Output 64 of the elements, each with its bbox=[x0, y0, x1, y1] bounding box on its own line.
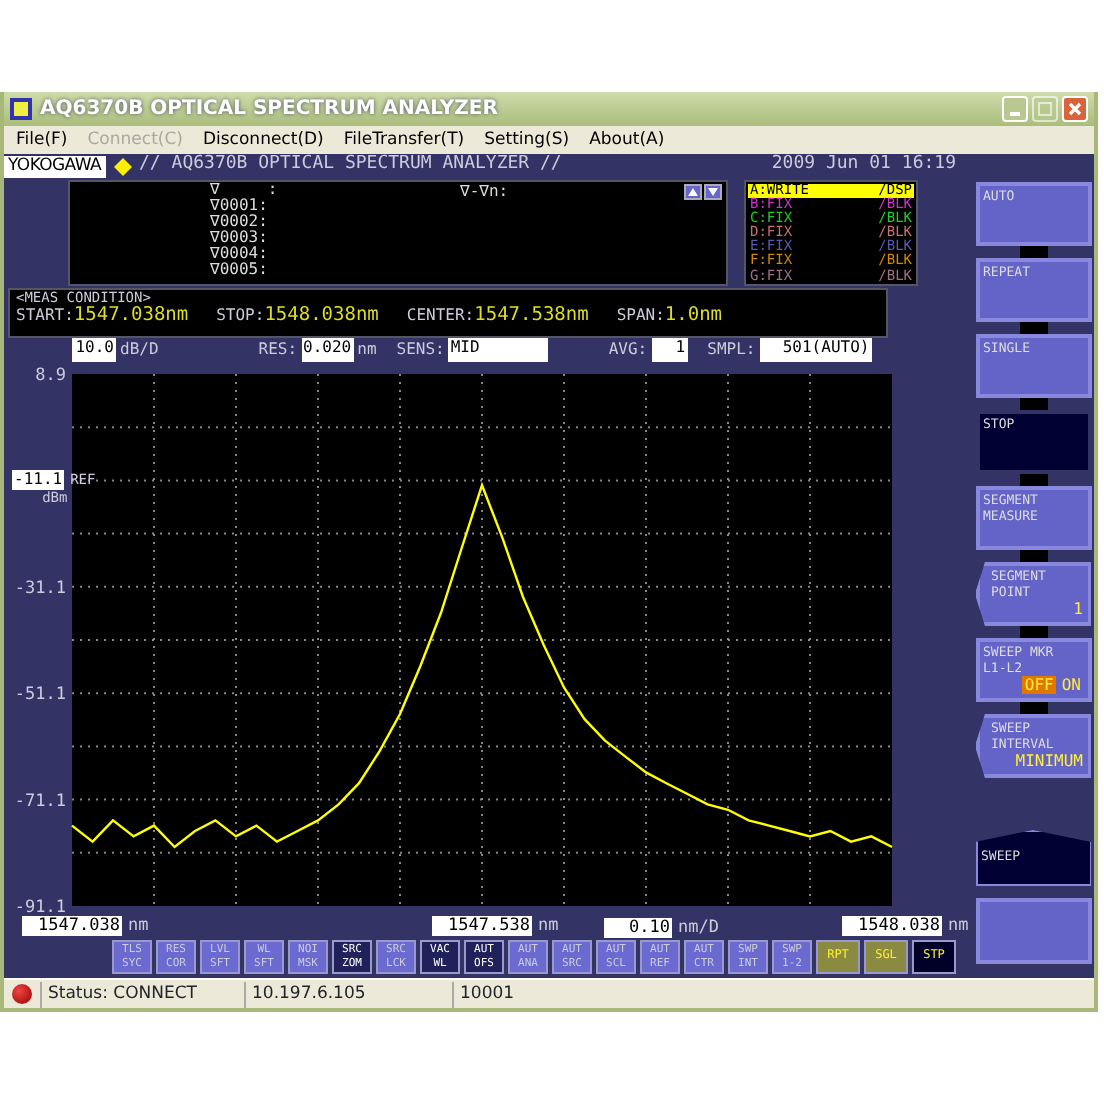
status-text: Status: CONNECT bbox=[40, 981, 244, 1007]
marker-label: ∇0001: bbox=[210, 198, 268, 214]
key-connector bbox=[1019, 246, 1047, 258]
ip-address: 10.197.6.105 bbox=[244, 981, 452, 1007]
close-icon bbox=[1068, 102, 1082, 116]
setting-label: SMPL: bbox=[707, 338, 756, 362]
key-connector bbox=[1019, 322, 1047, 334]
setting-label: SENS: bbox=[396, 338, 445, 362]
unit-label: nm bbox=[128, 914, 149, 940]
app-icon bbox=[10, 98, 32, 120]
marker-label: ∇0003: bbox=[210, 230, 268, 246]
unit-label: nm bbox=[538, 914, 559, 940]
key-connector bbox=[1019, 474, 1047, 486]
maximize-icon bbox=[1038, 102, 1052, 116]
window-title: AQ6370B OPTICAL SPECTRUM ANALYZER bbox=[40, 96, 498, 124]
instrument-title: // AQ6370B OPTICAL SPECTRUM ANALYZER // bbox=[139, 152, 562, 179]
unit-label: nm/D bbox=[678, 916, 719, 942]
menu-item[interactable]: File(F) bbox=[16, 127, 68, 153]
scroll-down-button[interactable] bbox=[704, 184, 722, 200]
menu-item[interactable]: Setting(S) bbox=[484, 127, 570, 153]
y-tick-label: -71.1 bbox=[14, 791, 66, 812]
menu-item[interactable]: Disconnect(D) bbox=[202, 127, 324, 153]
close-button[interactable] bbox=[1062, 96, 1088, 122]
setting-label: AVG: bbox=[608, 338, 648, 362]
axis-value-field[interactable]: 1547.538 bbox=[432, 916, 532, 936]
setting-label: RES: bbox=[258, 338, 298, 362]
key-connector bbox=[1019, 398, 1047, 410]
value-field[interactable]: 1 bbox=[651, 338, 688, 362]
marker-label: ∇0002: bbox=[210, 214, 268, 230]
diamond-icon bbox=[113, 157, 132, 175]
axis-value-field[interactable]: 1548.038 bbox=[842, 916, 942, 936]
value-field[interactable]: MID bbox=[448, 338, 549, 362]
menu-item[interactable]: About(A) bbox=[589, 127, 665, 153]
y-tick-label: 8.9 bbox=[35, 366, 66, 386]
marker-delta-label: ∇-∇n: bbox=[460, 184, 509, 200]
unit-label: dB/D bbox=[120, 338, 159, 362]
condition-value: CENTER:1547.538nm bbox=[406, 306, 589, 326]
toggle-option[interactable]: OFF bbox=[1022, 676, 1056, 694]
marker-label: ∇0005: bbox=[210, 262, 268, 278]
date-time: 2009 Jun 01 16:19 bbox=[771, 152, 956, 179]
value-field[interactable]: 501(AUTO) bbox=[759, 338, 872, 362]
axis-value-field[interactable]: 1547.038 bbox=[22, 916, 122, 936]
key-connector bbox=[1019, 626, 1047, 638]
condition-value: START:1547.038nm bbox=[16, 306, 189, 326]
y-tick-label: -51.1 bbox=[14, 685, 66, 706]
key-connector bbox=[1019, 550, 1047, 562]
marker-label: ∇0004: bbox=[210, 246, 268, 262]
y-tick-label: -31.1 bbox=[14, 578, 66, 599]
condition-value: STOP:1548.038nm bbox=[216, 306, 379, 326]
unit-label: nm bbox=[357, 338, 377, 362]
unit-label: nm bbox=[948, 914, 969, 940]
toggle-option[interactable]: ON bbox=[1059, 676, 1083, 694]
key-connector bbox=[1019, 702, 1047, 714]
value-field[interactable]: 0.020 bbox=[301, 338, 354, 362]
menu-item[interactable]: FileTransfer(T) bbox=[343, 127, 465, 153]
ref-level-field[interactable]: -11.1 bbox=[12, 470, 65, 491]
scroll-up-button[interactable] bbox=[684, 184, 702, 200]
brand-logo: YOKOGAWA bbox=[4, 155, 106, 177]
port-number: 10001 bbox=[452, 981, 556, 1007]
value-field[interactable]: 10.0 bbox=[72, 338, 116, 362]
condition-value: SPAN:1.0nm bbox=[616, 306, 723, 326]
marker-label: ∇ : bbox=[210, 182, 278, 198]
y-tick-label: -91.1 bbox=[14, 898, 66, 914]
axis-value-field[interactable]: 0.10 bbox=[604, 918, 672, 939]
